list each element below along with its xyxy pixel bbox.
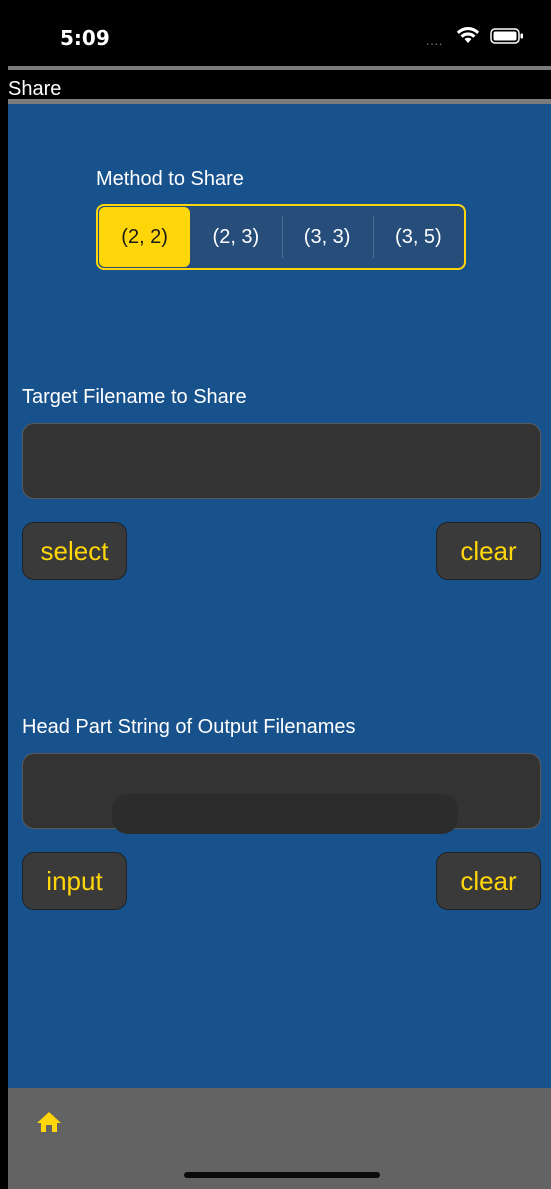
target-filename-field[interactable] [22, 423, 541, 499]
tab-bar [8, 1088, 551, 1189]
share-action-button[interactable] [112, 794, 458, 834]
target-clear-button[interactable]: clear [436, 522, 541, 580]
home-icon[interactable] [36, 1110, 62, 1134]
target-filename-label: Target Filename to Share [22, 386, 247, 408]
main-content: Method to Share (2, 2) (2, 3) (3, 3) (3,… [8, 104, 551, 1189]
method-option-2-3[interactable]: (2, 3) [190, 206, 281, 268]
home-indicator [184, 1172, 380, 1178]
wifi-icon [456, 27, 480, 43]
method-segmented-control: (2, 2) (2, 3) (3, 3) (3, 5) [96, 204, 466, 270]
method-option-2-2[interactable]: (2, 2) [99, 207, 191, 267]
status-time: 5:09 [60, 26, 110, 50]
method-option-3-5[interactable]: (3, 5) [372, 206, 464, 268]
page-title: Share [8, 78, 62, 100]
status-bar: 5:09 .... [0, 0, 551, 66]
navigation-bar: Share [8, 66, 551, 104]
battery-icon [490, 28, 523, 44]
select-button[interactable]: select [22, 522, 127, 580]
method-label: Method to Share [96, 168, 244, 190]
head-clear-button[interactable]: clear [436, 852, 541, 910]
input-button[interactable]: input [22, 852, 127, 910]
method-option-3-3[interactable]: (3, 3) [281, 206, 373, 268]
head-part-label: Head Part String of Output Filenames [22, 716, 356, 738]
cellular-signal-icon: .... [426, 34, 444, 48]
